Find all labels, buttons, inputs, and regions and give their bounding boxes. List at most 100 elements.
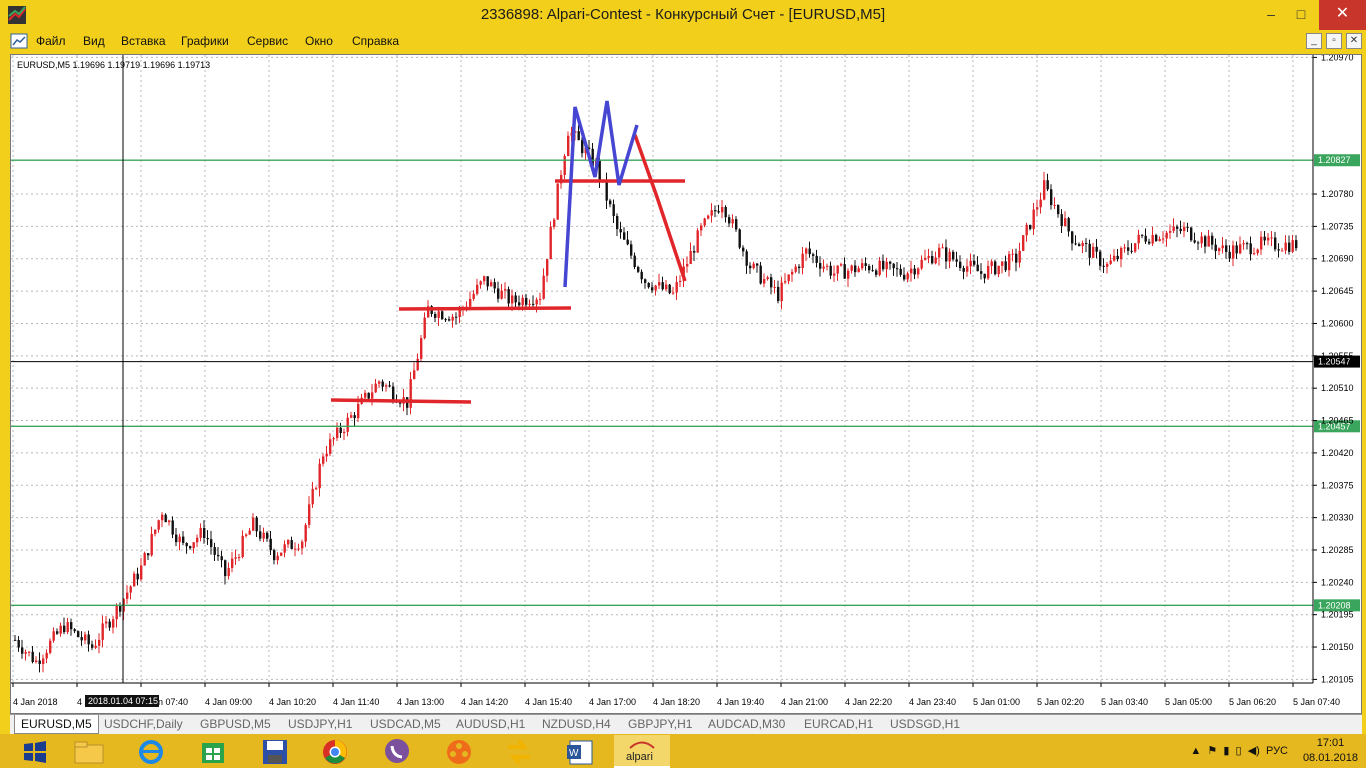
word-icon[interactable]: W (552, 735, 610, 768)
chart-tab[interactable]: USDJPY,H1 (282, 715, 358, 734)
candle-bullish (297, 548, 300, 550)
candle-bullish (1165, 232, 1168, 239)
time-tick-label: 4 Jan 14:20 (461, 697, 508, 707)
candle-bullish (836, 265, 839, 274)
candle-bullish (553, 219, 556, 227)
menu-window[interactable]: Окно (305, 30, 333, 52)
chart-window[interactable]: 1.20827 1.20457 1.20208 1.20547 1.20970 1.20… (10, 54, 1362, 714)
chart-tab[interactable]: GBPUSD,M5 (194, 715, 277, 734)
candle-bullish (1092, 246, 1095, 258)
chart-tab[interactable]: GBPJPY,H1 (622, 715, 698, 734)
candle-bearish (1148, 241, 1151, 244)
menu-help[interactable]: Справка (352, 30, 399, 52)
chart-tab[interactable]: AUDCAD,M30 (702, 715, 791, 734)
network-icon[interactable]: ▯ (1236, 745, 1242, 757)
candle-bearish (798, 266, 801, 269)
candle-bearish (493, 282, 496, 289)
candle-bearish (1078, 244, 1081, 247)
candle-bearish (815, 255, 818, 263)
candle-bearish (889, 261, 892, 264)
menu-view[interactable]: Вид (83, 30, 105, 52)
menu-tools[interactable]: Сервис (247, 30, 288, 52)
volume-icon[interactable]: ◀) (1248, 745, 1260, 757)
minimize-button[interactable]: – (1256, 0, 1286, 30)
candle-bearish (973, 260, 976, 265)
chart-tab[interactable]: USDCAD,M5 (364, 715, 447, 734)
candle-bearish (864, 263, 867, 266)
candle-bullish (1291, 240, 1294, 252)
internet-explorer-icon[interactable] (122, 735, 180, 768)
chart-tab[interactable]: NZDUSD,H4 (536, 715, 617, 734)
candle-bullish (763, 279, 766, 284)
menu-insert[interactable]: Вставка (121, 30, 166, 52)
price-tick-label: 1.20420 (1321, 448, 1354, 458)
candle-bullish (511, 295, 514, 304)
candle-bullish (1172, 226, 1175, 231)
price-tick-label: 1.20735 (1321, 221, 1354, 231)
chart-tab[interactable]: EURUSD,M5 (14, 715, 99, 734)
close-button[interactable]: ✕ (1319, 0, 1366, 30)
mdi-restore-button[interactable]: ▫ (1326, 33, 1342, 49)
candle-bullish (941, 247, 944, 249)
language-indicator[interactable]: РУС (1266, 745, 1288, 757)
candle-bearish (1228, 251, 1231, 259)
candle-bullish (658, 282, 661, 286)
candle-bullish (24, 652, 27, 654)
chart-tab[interactable]: USDCHF,Daily (98, 715, 189, 734)
support-annotation-line[interactable] (330, 398, 472, 404)
system-clock[interactable]: 17:01 08.01.2018 (1303, 736, 1358, 766)
candle-bearish (1116, 255, 1119, 260)
swap-arrow-icon[interactable] (490, 735, 548, 768)
price-tick-label: 1.20690 (1321, 254, 1354, 264)
candle-bullish (549, 226, 552, 260)
chart-tab[interactable]: AUDUSD,H1 (450, 715, 531, 734)
chrome-icon[interactable] (306, 735, 364, 768)
chart-tab[interactable]: EURCAD,H1 (798, 715, 879, 734)
clock-time: 17:01 (1316, 737, 1345, 749)
menu-file[interactable]: Файл (36, 30, 66, 52)
mdi-minimize-button[interactable]: _ (1306, 33, 1322, 49)
candle-bearish (1130, 250, 1133, 252)
candle-bearish (1204, 236, 1207, 247)
system-tray[interactable]: ▲ ⚑ ▮ ▯ ◀) РУС (1190, 744, 1288, 757)
support-annotation-line[interactable] (398, 306, 572, 311)
price-tick-label: 1.20105 (1321, 674, 1354, 684)
candle-bearish (1067, 218, 1070, 232)
level-lines[interactable]: 1.208271.204571.202081.20547 (11, 154, 1360, 612)
price-tick-label: 1.20150 (1321, 642, 1354, 652)
candle-bearish (976, 264, 979, 272)
file-explorer-icon[interactable] (60, 735, 118, 768)
candle-bearish (945, 247, 948, 262)
candle-bearish (189, 546, 192, 549)
maximize-button[interactable]: □ (1286, 0, 1316, 30)
video-reel-icon[interactable] (430, 735, 488, 768)
candle-bullish (1158, 239, 1161, 241)
alpari-icon[interactable]: alpari (614, 735, 670, 768)
candle-bearish (612, 204, 615, 216)
candle-bullish (920, 259, 923, 269)
windows-start-icon[interactable] (6, 735, 64, 768)
save-disk-icon[interactable] (246, 735, 304, 768)
candle-bullish (318, 463, 321, 489)
candle-bearish (630, 244, 633, 256)
price-chart[interactable]: 1.208271.204571.202081.20547 1.209701.20… (11, 55, 1361, 713)
chart-tab[interactable]: USDSGD,H1 (884, 715, 966, 734)
candle-bearish (952, 251, 955, 260)
menu-charts[interactable]: Графики (181, 30, 229, 52)
windows-store-icon[interactable] (184, 735, 242, 768)
viber-icon[interactable] (368, 735, 426, 768)
candle-bullish (101, 623, 104, 640)
candle-bullish (997, 265, 1000, 275)
tray-chevron-icon[interactable]: ▲ (1190, 745, 1201, 757)
mdi-close-button[interactable]: ✕ (1346, 33, 1362, 49)
candle-bearish (497, 288, 500, 299)
candle-bullish (1284, 242, 1287, 251)
candle-bearish (486, 276, 489, 287)
price-tick-label: 1.20645 (1321, 286, 1354, 296)
flag-icon[interactable]: ⚑ (1207, 745, 1217, 757)
candle-bullish (234, 557, 237, 559)
candle-bearish (871, 270, 874, 272)
candle-bearish (1295, 240, 1298, 249)
battery-icon[interactable]: ▮ (1223, 745, 1229, 757)
chart-window-icon[interactable] (10, 33, 28, 49)
